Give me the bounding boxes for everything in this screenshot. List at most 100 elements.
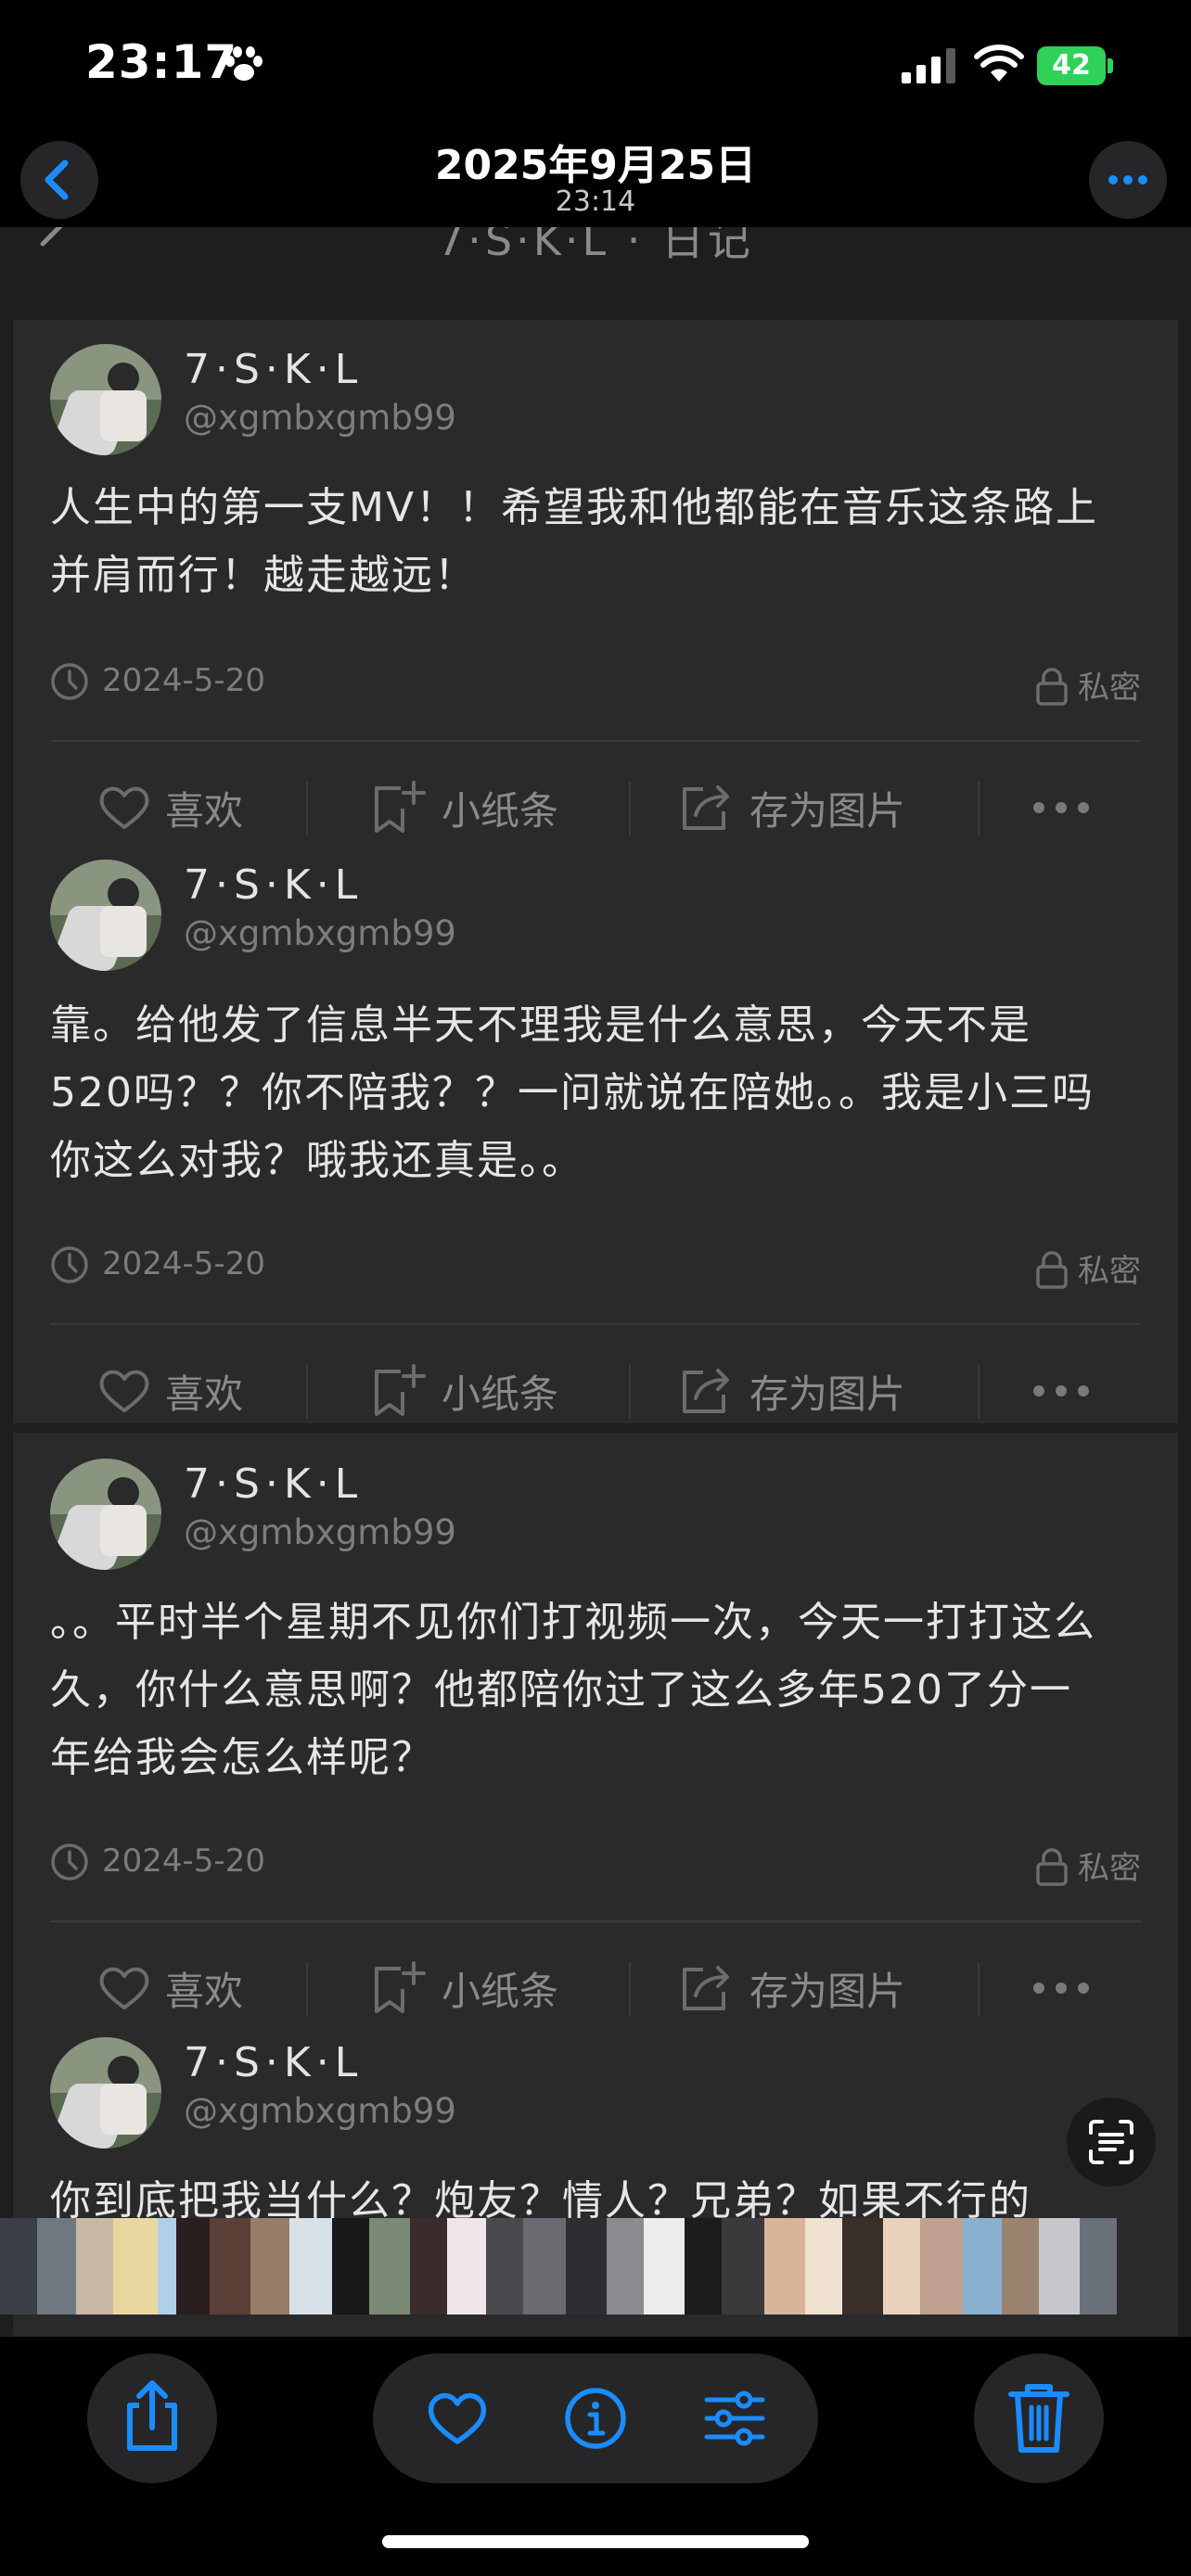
thumbnail[interactable] [920,2218,963,2315]
heart-icon [99,1967,149,2009]
note-button[interactable]: 小纸条 [371,1354,558,1428]
lock-icon [1036,1848,1068,1886]
heart-icon [99,1370,149,1412]
share-button[interactable] [87,2353,217,2483]
post-meta: 2024-5-20 私密 [50,1245,1141,1290]
more-button[interactable] [1089,141,1167,219]
ellipsis-icon [1033,1385,1089,1396]
clock-icon [51,1843,88,1881]
home-indicator[interactable] [382,2535,809,2548]
thumbnail[interactable] [210,2218,250,2315]
clock-icon [51,1246,88,1283]
thumbnail[interactable] [1002,2218,1039,2315]
thumbnail[interactable] [1080,2218,1117,2315]
save-image-button[interactable]: 存为图片 [679,1951,905,2025]
photo-date: 2025年9月25日 [434,142,757,189]
save-image-button[interactable]: 存为图片 [679,1354,905,1428]
divider [629,1962,631,2016]
adjust-icon[interactable] [703,2391,766,2446]
thumbnail[interactable] [523,2218,566,2315]
thumbnail[interactable] [566,2218,607,2315]
status-time: 23:17 [85,35,238,89]
photo-time: 23:14 [555,185,636,218]
thumbnail-strip[interactable] [0,2218,1191,2315]
thumbnail[interactable] [963,2218,1002,2315]
like-button[interactable]: 喜欢 [98,1354,243,1428]
wifi-icon [974,45,1024,82]
thumbnail[interactable] [607,2218,644,2315]
divider [629,782,631,835]
share-square-icon [683,1369,729,1413]
thumbnail[interactable] [722,2218,764,2315]
post-meta: 2024-5-20 私密 [50,1843,1141,1887]
post-text: 靠。给他发了信息半天不理我是什么意思，今天不是 520吗？？你不陪我？？一问就说… [50,1001,1095,1184]
battery-icon: 42 [1037,46,1115,85]
avatar [50,1459,161,1570]
thumbnail[interactable] [250,2218,289,2315]
divider [978,782,980,835]
thumbnail[interactable] [0,2218,37,2315]
divider [306,1365,308,1419]
scan-text-icon [1089,2120,1133,2164]
save-image-button[interactable]: 存为图片 [679,771,905,845]
more-options-button[interactable] [1031,771,1106,845]
note-button[interactable]: 小纸条 [371,771,558,845]
thumbnail[interactable] [883,2218,920,2315]
lock-icon [1036,1251,1068,1289]
ellipsis-icon [1033,1983,1089,1994]
lock-icon [1036,668,1068,706]
divider [629,1365,631,1419]
thumbnail[interactable] [685,2218,722,2315]
post-date: 2024-5-20 [102,662,265,699]
thumbnail[interactable] [410,2218,447,2315]
more-options-button[interactable] [1031,1951,1106,2025]
like-button[interactable]: 喜欢 [98,771,243,845]
note-button[interactable]: 小纸条 [371,1951,558,2025]
app-nav-title: 7·S·K·L · 日记 [437,227,754,265]
thumbnail[interactable] [644,2218,685,2315]
diary-card: 7·S·K·L @xgmbxgmb99 。。平时半个星期不见你们打视频一次，今天… [13,1433,1178,2337]
thumbnail[interactable] [37,2218,76,2315]
info-icon[interactable] [564,2387,627,2450]
thumbnail[interactable] [332,2218,369,2315]
post-actions: 喜欢 小纸条 存为图片 [13,771,1178,845]
thumbnail[interactable] [1039,2218,1080,2315]
username: 7·S·K·L [184,1460,364,1508]
username: 7·S·K·L [184,2039,364,2086]
thumbnail[interactable] [764,2218,805,2315]
heart-icon[interactable] [427,2391,488,2446]
avatar [50,344,161,455]
more-options-button[interactable] [1031,1354,1106,1428]
thumbnail[interactable] [447,2218,486,2315]
divider [978,1365,980,1419]
divider [50,1920,1141,1922]
share-square-icon [683,785,729,830]
clock-icon [51,663,88,700]
heart-icon [99,786,149,829]
thumbnail[interactable] [486,2218,523,2315]
user-handle: @xgmbxgmb99 [184,913,456,953]
user-handle: @xgmbxgmb99 [184,398,456,438]
thumbnail[interactable] [158,2218,176,2315]
thumbnail[interactable] [176,2218,210,2315]
thumbnail[interactable] [289,2218,332,2315]
thumbnail[interactable] [842,2218,883,2315]
thumbnail[interactable] [805,2218,842,2315]
note-add-icon [375,1364,426,1416]
delete-button[interactable] [974,2353,1104,2483]
live-text-button[interactable] [1067,2098,1156,2187]
post-date: 2024-5-20 [102,1245,265,1282]
thumbnail[interactable] [76,2218,113,2315]
like-button[interactable]: 喜欢 [98,1951,243,2025]
avatar [50,860,161,971]
post-meta: 2024-5-20 私密 [50,662,1141,707]
signal-icon [902,48,955,83]
divider [50,740,1141,742]
thumbnail[interactable] [369,2218,410,2315]
divider [306,782,308,835]
thumbnail[interactable] [113,2218,158,2315]
post-date: 2024-5-20 [102,1843,265,1880]
divider [50,1323,1141,1325]
post-actions: 喜欢 小纸条 存为图片 [13,1354,1178,1428]
ellipsis-icon [1108,175,1147,185]
